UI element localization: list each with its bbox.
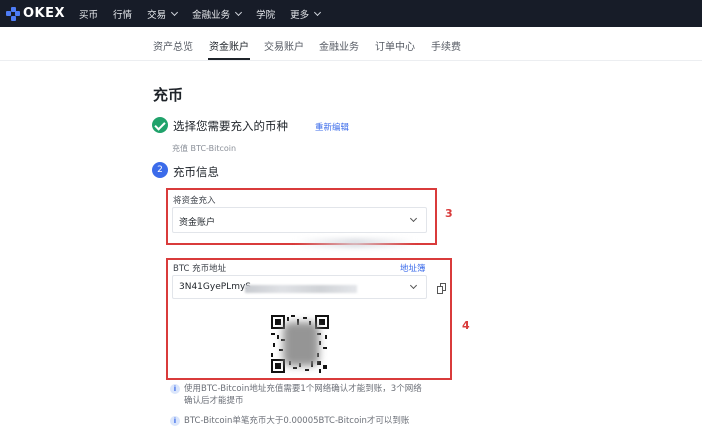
- watermark: [295, 238, 415, 248]
- nav-more[interactable]: 更多: [290, 7, 322, 21]
- okex-logo-icon: [6, 6, 20, 21]
- nav-academy[interactable]: 学院: [256, 7, 275, 21]
- nav-label: 金融业务: [192, 9, 231, 21]
- tab-trading-account[interactable]: 交易账户: [264, 38, 304, 53]
- annotation-label-3: 3: [445, 207, 453, 220]
- deposit-account-value: 资金账户: [179, 218, 216, 228]
- top-navigation-bar: OKEX 买币 行情 交易 金融业务 学院 更多: [0, 0, 702, 27]
- re-edit-link[interactable]: 重新编辑: [315, 121, 349, 133]
- note-minimum-deposit: BTC-Bitcoin单笔充币大于0.00005BTC-Bitcoin才可以到账: [184, 416, 410, 426]
- nav-label: 学院: [256, 9, 276, 21]
- active-tab-indicator: [208, 58, 250, 60]
- chevron-down-icon: [235, 8, 243, 16]
- btc-address-label: BTC 充币地址: [173, 264, 227, 274]
- step2-number-badge: 2: [152, 162, 168, 178]
- nav-label: 买币: [79, 9, 99, 21]
- nav-markets[interactable]: 行情: [113, 7, 132, 21]
- tab-order-center[interactable]: 订单中心: [375, 38, 415, 53]
- address-book-link[interactable]: 地址簿: [400, 262, 426, 274]
- info-icon: i: [170, 384, 180, 394]
- logo-text: OKEX: [23, 6, 66, 21]
- nav-label: 交易: [147, 9, 167, 21]
- deposit-to-label: 将资金充入: [173, 196, 216, 206]
- annotation-label-4: 4: [462, 319, 470, 332]
- qr-redaction: [283, 322, 319, 366]
- chevron-down-icon: [314, 8, 322, 16]
- note-confirmations: 使用BTC-Bitcoin地址充值需要1个网络确认才能到账，3个网络确认后才能提…: [184, 384, 422, 406]
- tab-assets-overview[interactable]: 资产总览: [153, 38, 193, 53]
- chevron-down-icon: [171, 8, 179, 16]
- btc-address-value: 3N41GyePLmyS: [179, 282, 251, 292]
- info-icon: i: [170, 416, 180, 426]
- account-subnav: 资产总览 资金账户 交易账户 金融业务 订单中心 手续费: [0, 27, 702, 61]
- nav-trade[interactable]: 交易: [147, 7, 179, 21]
- chevron-down-icon: [409, 214, 418, 223]
- deposit-account-select[interactable]: 资金账户: [172, 207, 427, 233]
- nav-buy-crypto[interactable]: 买币: [79, 7, 98, 21]
- nav-finance[interactable]: 金融业务: [192, 7, 243, 21]
- tab-funding-account[interactable]: 资金账户: [209, 38, 249, 53]
- address-redaction: [245, 285, 357, 293]
- selected-coin-label: 充值 BTC-Bitcoin: [172, 144, 237, 153]
- nav-label: 更多: [290, 9, 310, 21]
- page-title: 充币: [153, 86, 184, 104]
- tab-finance[interactable]: 金融业务: [319, 38, 359, 53]
- tab-fees[interactable]: 手续费: [431, 38, 461, 53]
- check-circle-icon: [152, 117, 168, 133]
- copy-icon[interactable]: [437, 283, 447, 294]
- chevron-down-icon: [409, 281, 418, 290]
- okex-logo[interactable]: OKEX: [6, 6, 65, 21]
- step1-label: 选择您需要充入的币种: [173, 119, 288, 133]
- nav-label: 行情: [113, 9, 133, 21]
- step2-label: 充币信息: [173, 165, 219, 179]
